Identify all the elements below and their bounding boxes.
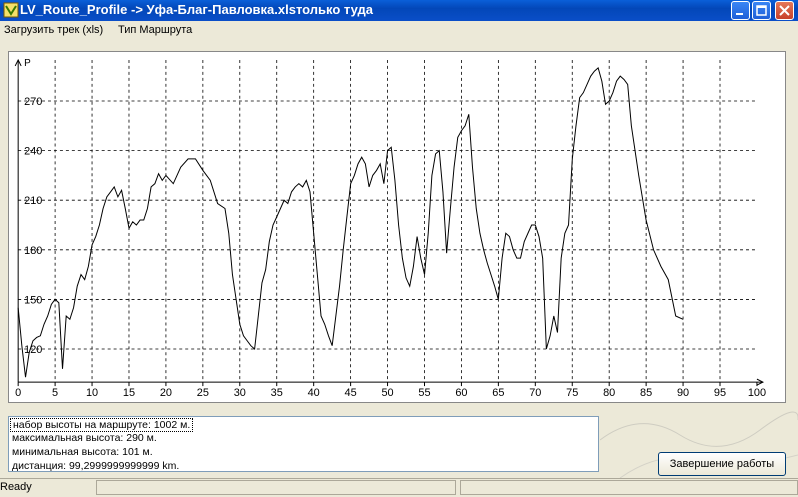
y-tick-label: 210: [24, 195, 42, 207]
title-bar[interactable]: LV_Route_Profile -> Уфа-Благ-Павловка.xl…: [0, 0, 798, 21]
x-tick-label: 60: [455, 387, 467, 399]
x-tick-label: 65: [492, 387, 504, 399]
x-tick-label: 35: [271, 387, 283, 399]
info-line-min[interactable]: минимальная высота: 101 м.: [12, 446, 153, 458]
exit-button[interactable]: Завершение работы: [658, 452, 786, 476]
y-tick-label: 240: [24, 146, 42, 158]
x-tick-label: 85: [640, 387, 652, 399]
x-tick-label: 0: [15, 387, 21, 399]
x-tick-label: 25: [197, 387, 209, 399]
y-tick-label: 120: [24, 344, 42, 356]
menu-route-type[interactable]: Тип Маршрута: [118, 24, 192, 36]
maximize-button[interactable]: [752, 1, 771, 20]
x-tick-label: 50: [381, 387, 393, 399]
client-area: P 0 5 10 15 20 25 30 35 40 45 50 55 60 65 70 75 80 85 90 95 1…: [0, 40, 798, 478]
status-pane: [460, 480, 798, 495]
menu-load-track[interactable]: Загрузить трек (xls): [4, 24, 103, 36]
x-tick-label: 30: [234, 387, 246, 399]
x-tick-label: 95: [714, 387, 726, 399]
info-list[interactable]: набор высоты на маршруте: 1002 м. максим…: [8, 416, 599, 472]
x-tick-label: 10: [86, 387, 98, 399]
status-bar: Ready: [0, 478, 798, 497]
y-tick-label: 180: [24, 245, 42, 257]
x-tick-label: 20: [160, 387, 172, 399]
info-line-max[interactable]: максимальная высота: 290 м.: [12, 432, 157, 444]
x-tick-label: 70: [529, 387, 541, 399]
info-line-distance[interactable]: дистанция: 99,2999999999999 km.: [12, 460, 179, 472]
menu-bar: Загрузить трек (xls) Тип Маршрута: [0, 21, 798, 40]
y-tick-label: 270: [24, 96, 42, 108]
app-icon: [3, 2, 19, 18]
window-title: LV_Route_Profile -> Уфа-Благ-Павловка.xl…: [20, 2, 373, 17]
close-button[interactable]: [775, 1, 794, 20]
x-tick-label: 55: [418, 387, 430, 399]
info-line-climb[interactable]: набор высоты на маршруте: 1002 м.: [10, 418, 194, 432]
x-tick-label: 100: [748, 387, 766, 399]
x-tick-label: 75: [566, 387, 578, 399]
x-tick-label: 5: [52, 387, 58, 399]
close-icon: [779, 5, 790, 16]
minimize-button[interactable]: [731, 1, 750, 20]
x-tick-label: 90: [677, 387, 689, 399]
status-text: Ready: [0, 481, 32, 493]
x-tick-label: 15: [123, 387, 135, 399]
y-tick-label: 150: [24, 294, 42, 306]
x-tick-label: 40: [308, 387, 320, 399]
elevation-chart: P 0 5 10 15 20 25 30 35 40 45 50 55 60 65 70 75 80 85 90 95 1…: [8, 51, 786, 403]
minimize-icon: [736, 13, 743, 15]
status-pane: [96, 480, 456, 495]
x-tick-label: 80: [603, 387, 615, 399]
maximize-icon: [756, 5, 767, 16]
y-axis-label: P: [24, 58, 31, 69]
x-tick-label: 45: [345, 387, 357, 399]
